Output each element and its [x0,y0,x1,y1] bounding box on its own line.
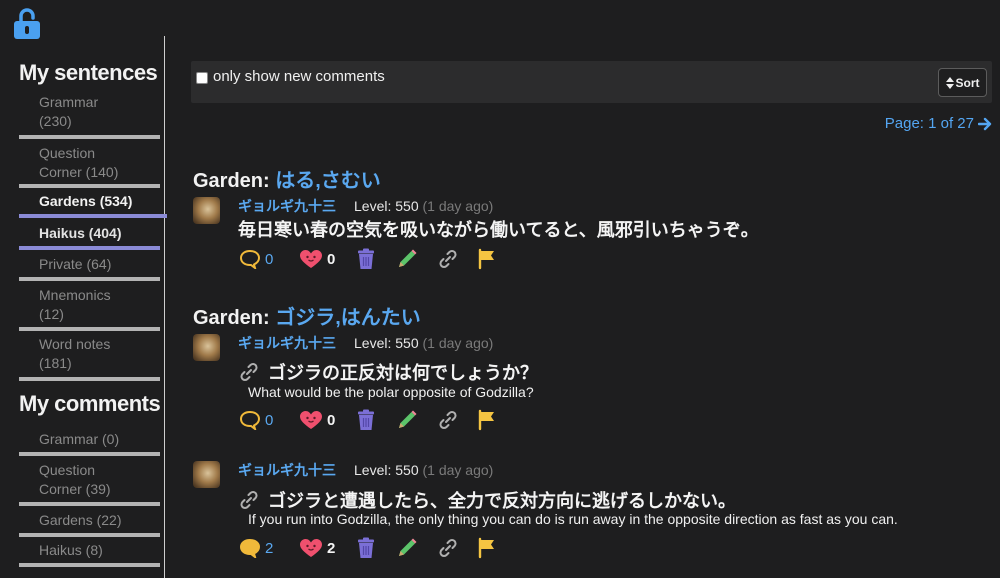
post-meta: ギョルギ九十三 Level: 550 (1 day ago) [238,196,493,216]
post-japanese-text: 毎日寒い春の空気を吸いながら働いてると、風邪引いちゃうぞ。 [238,220,759,241]
post-heading: Garden: はる,さむい [193,170,381,192]
like-count: 2 [327,539,336,557]
sidebar-comments-question-corner[interactable]: Question Corner (39) [19,461,160,506]
post-english: What would be the polar opposite of Godz… [248,384,534,400]
like-count: 0 [327,411,336,429]
sidebar-item-mnemonics[interactable]: Mnemonics (12) [19,286,160,331]
link-icon[interactable] [437,248,459,270]
page-indicator: Page: 1 of 27 [884,115,974,132]
sidebar-comments-gardens[interactable]: Gardens (22) [19,511,160,537]
post-japanese: 毎日寒い春の空気を吸いながら働いてると、風邪引いちゃうぞ。 [238,216,759,242]
post-timestamp: (1 day ago) [422,198,494,214]
comment-action[interactable]: 0 [239,249,299,269]
like-action[interactable]: 0 [299,249,356,269]
new-comments-checkbox-label[interactable]: only show new comments [213,68,385,85]
pagination[interactable]: Page: 1 of 27 [885,115,992,132]
sidebar-item-private[interactable]: Private (64) [19,255,160,281]
sidebar-comments-haikus[interactable]: Haikus (8) [19,541,160,567]
comment-count: 2 [265,539,274,557]
post-category: Garden [193,170,264,192]
post-japanese-text: ゴジラの正反対は何でしょうか？ [268,363,538,384]
sidebar-comments-grammar[interactable]: Grammar (0) [19,430,160,456]
sidebar-item-haikus[interactable]: Haikus (404) [19,224,160,250]
trash-icon[interactable] [356,248,376,270]
comment-count: 0 [265,250,274,268]
post-tags[interactable]: はる,さむい [275,170,381,192]
post-japanese-text: ゴジラと遭遇したら、全力で反対方向に逃げるしかない。 [268,491,736,512]
speech-bubble-icon [239,410,261,430]
sidebar-item-question-corner[interactable]: Question Corner (140) [19,144,160,188]
pencil-icon[interactable] [396,248,418,270]
post-actions: 0 0 [239,247,497,271]
trash-icon[interactable] [356,409,376,431]
sidebar-item-gardens[interactable]: Gardens (534) [19,192,167,218]
sort-button[interactable]: Sort [938,68,987,97]
post-category: Garden [193,307,264,329]
post-english: If you run into Godzilla, the only thing… [248,511,898,527]
speech-bubble-icon [239,249,261,269]
like-count: 0 [327,250,336,268]
post-actions: 2 2 [239,536,497,560]
trash-icon[interactable] [356,537,376,559]
like-action[interactable]: 0 [299,410,356,430]
like-action[interactable]: 2 [299,538,356,558]
flag-icon[interactable] [477,248,497,270]
post-level: Level: 550 [354,335,419,351]
pencil-icon[interactable] [396,409,418,431]
post-meta: ギョルギ九十三 Level: 550 (1 day ago) [238,460,493,480]
heart-icon [300,250,322,268]
flag-icon[interactable] [477,409,497,431]
flag-icon[interactable] [477,537,497,559]
sidebar-item-word-notes[interactable]: Word notes (181) [19,335,160,381]
post-level: Level: 550 [354,462,419,478]
post-heading: Garden: ゴジラ,はんたい [193,307,421,329]
post-level: Level: 550 [354,198,419,214]
link-icon[interactable] [437,409,459,431]
my-sentences-title: My sentences [19,60,158,85]
heart-icon [300,411,322,429]
post-japanese: ゴジラの正反対は何でしょうか？ [238,359,538,385]
post-meta: ギョルギ九十三 Level: 550 (1 day ago) [238,333,493,353]
speech-bubble-icon [239,538,261,558]
post-username[interactable]: ギョルギ九十三 [238,335,336,351]
post-actions: 0 0 [239,408,497,432]
comment-action[interactable]: 0 [239,410,299,430]
avatar[interactable] [193,461,220,488]
new-comments-checkbox[interactable] [196,72,208,84]
post-username[interactable]: ギョルギ九十三 [238,462,336,478]
heart-icon [300,539,322,557]
arrow-right-icon[interactable] [978,117,992,131]
link-icon[interactable] [238,489,260,511]
sidebar-item-grammar[interactable]: Grammar (230) [19,93,160,139]
avatar[interactable] [193,334,220,361]
post-timestamp: (1 day ago) [422,462,494,478]
sort-button-label: Sort [955,75,980,90]
post-username[interactable]: ギョルギ九十三 [238,198,336,214]
post-tags[interactable]: ゴジラ,はんたい [275,307,421,329]
filter-bar: only show new comments Sort [191,61,992,103]
post-japanese: ゴジラと遭遇したら、全力で反対方向に逃げるしかない。 [238,487,736,513]
link-icon[interactable] [437,537,459,559]
comment-action[interactable]: 2 [239,538,299,558]
post-timestamp: (1 day ago) [422,335,494,351]
pencil-icon[interactable] [396,537,418,559]
comment-count: 0 [265,411,274,429]
my-comments-title: My comments [19,391,161,416]
avatar[interactable] [193,197,220,224]
link-icon[interactable] [238,361,260,383]
sort-icon [945,76,954,89]
